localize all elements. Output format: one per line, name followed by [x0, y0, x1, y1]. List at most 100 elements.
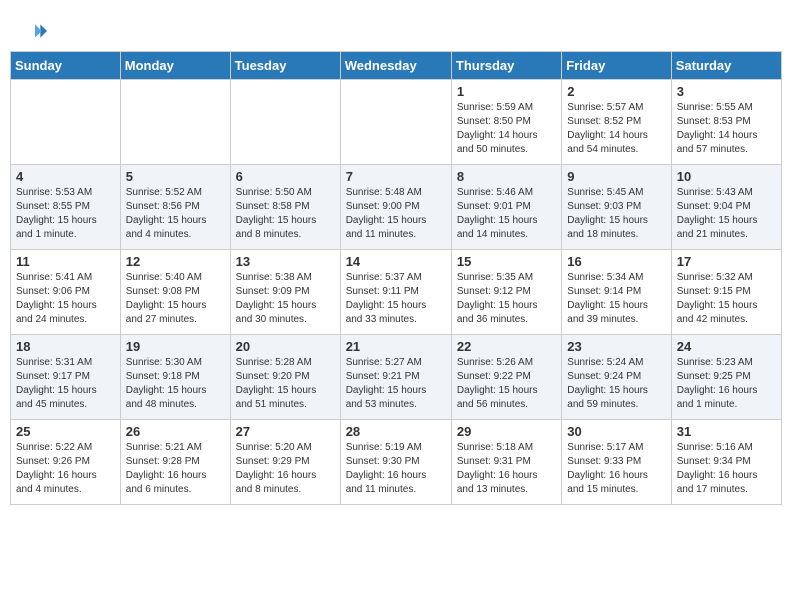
day-number: 24 — [677, 339, 776, 354]
day-info: Sunrise: 5:48 AM Sunset: 9:00 PM Dayligh… — [346, 186, 446, 242]
day-number: 18 — [16, 339, 115, 354]
day-number: 13 — [236, 254, 335, 269]
day-info: Sunrise: 5:40 AM Sunset: 9:08 PM Dayligh… — [126, 271, 225, 327]
day-number: 9 — [567, 169, 665, 184]
week-row-3: 11Sunrise: 5:41 AM Sunset: 9:06 PM Dayli… — [11, 250, 782, 335]
calendar-table: SundayMondayTuesdayWednesdayThursdayFrid… — [10, 51, 782, 505]
day-number: 10 — [677, 169, 776, 184]
day-cell: 15Sunrise: 5:35 AM Sunset: 9:12 PM Dayli… — [451, 250, 561, 335]
week-row-2: 4Sunrise: 5:53 AM Sunset: 8:55 PM Daylig… — [11, 165, 782, 250]
day-cell: 29 Sunrise: 5:18 AM Sunset: 9:31 PM Dayli… — [451, 420, 561, 505]
day-number: 31 — [677, 424, 776, 439]
day-number: 22 — [457, 339, 556, 354]
day-info: Sunrise: 5:59 AM Sunset: 8:50 PM Dayligh… — [457, 101, 556, 157]
day-cell: 17 Sunrise: 5:32 AM Sunset: 9:15 PM Dayli… — [671, 250, 781, 335]
day-number: 28 — [346, 424, 446, 439]
day-info: Sunrise: 5:28 AM Sunset: 9:20 PM Dayligh… — [236, 356, 335, 412]
day-cell: 3 Sunrise: 5:55 AM Sunset: 8:53 PM Daylig… — [671, 80, 781, 165]
day-number: 27 — [236, 424, 335, 439]
logo-icon — [20, 21, 50, 41]
day-cell: 28 Sunrise: 5:19 AM Sunset: 9:30 PM Dayli… — [340, 420, 451, 505]
day-info: Sunrise: 5:52 AM Sunset: 8:56 PM Dayligh… — [126, 186, 225, 242]
day-number: 14 — [346, 254, 446, 269]
day-cell — [340, 80, 451, 165]
day-info: Sunrise: 5:32 AM Sunset: 9:15 PM Dayligh… — [677, 271, 776, 327]
day-number: 8 — [457, 169, 556, 184]
day-cell: 30Sunrise: 5:17 AM Sunset: 9:33 PM Dayli… — [562, 420, 671, 505]
day-cell: 9Sunrise: 5:45 AM Sunset: 9:03 PM Daylig… — [562, 165, 671, 250]
day-info: Sunrise: 5:16 AM Sunset: 9:34 PM Dayligh… — [677, 441, 776, 497]
day-number: 3 — [677, 84, 776, 99]
day-info: Sunrise: 5:21 AM Sunset: 9:28 PM Dayligh… — [126, 441, 225, 497]
week-row-5: 25Sunrise: 5:22 AM Sunset: 9:26 PM Dayli… — [11, 420, 782, 505]
weekday-header-monday: Monday — [120, 52, 230, 80]
day-cell — [11, 80, 121, 165]
day-number: 4 — [16, 169, 115, 184]
day-cell: 23 Sunrise: 5:24 AM Sunset: 9:24 PM Dayli… — [562, 335, 671, 420]
day-info: Sunrise: 5:34 AM Sunset: 9:14 PM Dayligh… — [567, 271, 665, 327]
day-number: 30 — [567, 424, 665, 439]
day-cell: 2 Sunrise: 5:57 AM Sunset: 8:52 PM Daylig… — [562, 80, 671, 165]
day-cell: 1 Sunrise: 5:59 AM Sunset: 8:50 PM Daylig… — [451, 80, 561, 165]
day-number: 12 — [126, 254, 225, 269]
day-cell: 7 Sunrise: 5:48 AM Sunset: 9:00 PM Daylig… — [340, 165, 451, 250]
day-number: 1 — [457, 84, 556, 99]
weekday-header-wednesday: Wednesday — [340, 52, 451, 80]
day-cell: 20 Sunrise: 5:28 AM Sunset: 9:20 PM Dayli… — [230, 335, 340, 420]
day-cell: 6 Sunrise: 5:50 AM Sunset: 8:58 PM Daylig… — [230, 165, 340, 250]
day-number: 20 — [236, 339, 335, 354]
day-info: Sunrise: 5:43 AM Sunset: 9:04 PM Dayligh… — [677, 186, 776, 242]
weekday-header-thursday: Thursday — [451, 52, 561, 80]
day-info: Sunrise: 5:18 AM Sunset: 9:31 PM Dayligh… — [457, 441, 556, 497]
day-number: 19 — [126, 339, 225, 354]
day-info: Sunrise: 5:50 AM Sunset: 8:58 PM Dayligh… — [236, 186, 335, 242]
day-cell: 31 Sunrise: 5:16 AM Sunset: 9:34 PM Dayli… — [671, 420, 781, 505]
day-cell: 4Sunrise: 5:53 AM Sunset: 8:55 PM Daylig… — [11, 165, 121, 250]
weekday-header-friday: Friday — [562, 52, 671, 80]
day-number: 16 — [567, 254, 665, 269]
weekday-header-row: SundayMondayTuesdayWednesdayThursdayFrid… — [11, 52, 782, 80]
day-info: Sunrise: 5:55 AM Sunset: 8:53 PM Dayligh… — [677, 101, 776, 157]
day-info: Sunrise: 5:20 AM Sunset: 9:29 PM Dayligh… — [236, 441, 335, 497]
day-number: 7 — [346, 169, 446, 184]
week-row-1: 1 Sunrise: 5:59 AM Sunset: 8:50 PM Daylig… — [11, 80, 782, 165]
day-info: Sunrise: 5:26 AM Sunset: 9:22 PM Dayligh… — [457, 356, 556, 412]
weekday-header-tuesday: Tuesday — [230, 52, 340, 80]
day-info: Sunrise: 5:57 AM Sunset: 8:52 PM Dayligh… — [567, 101, 665, 157]
day-cell — [120, 80, 230, 165]
day-number: 2 — [567, 84, 665, 99]
day-number: 21 — [346, 339, 446, 354]
day-cell: 25Sunrise: 5:22 AM Sunset: 9:26 PM Dayli… — [11, 420, 121, 505]
day-cell: 14 Sunrise: 5:37 AM Sunset: 9:11 PM Dayli… — [340, 250, 451, 335]
day-info: Sunrise: 5:24 AM Sunset: 9:24 PM Dayligh… — [567, 356, 665, 412]
week-row-4: 18 Sunrise: 5:31 AM Sunset: 9:17 PM Dayli… — [11, 335, 782, 420]
day-cell: 24 Sunrise: 5:23 AM Sunset: 9:25 PM Dayli… — [671, 335, 781, 420]
day-cell: 19Sunrise: 5:30 AM Sunset: 9:18 PM Dayli… — [120, 335, 230, 420]
day-number: 26 — [126, 424, 225, 439]
day-number: 23 — [567, 339, 665, 354]
weekday-header-saturday: Saturday — [671, 52, 781, 80]
day-info: Sunrise: 5:35 AM Sunset: 9:12 PM Dayligh… — [457, 271, 556, 327]
day-cell: 11Sunrise: 5:41 AM Sunset: 9:06 PM Dayli… — [11, 250, 121, 335]
weekday-header-sunday: Sunday — [11, 52, 121, 80]
day-number: 29 — [457, 424, 556, 439]
day-cell: 10 Sunrise: 5:43 AM Sunset: 9:04 PM Dayli… — [671, 165, 781, 250]
day-cell: 22 Sunrise: 5:26 AM Sunset: 9:22 PM Dayli… — [451, 335, 561, 420]
day-info: Sunrise: 5:23 AM Sunset: 9:25 PM Dayligh… — [677, 356, 776, 412]
day-number: 17 — [677, 254, 776, 269]
day-info: Sunrise: 5:19 AM Sunset: 9:30 PM Dayligh… — [346, 441, 446, 497]
day-cell: 26 Sunrise: 5:21 AM Sunset: 9:28 PM Dayli… — [120, 420, 230, 505]
day-info: Sunrise: 5:37 AM Sunset: 9:11 PM Dayligh… — [346, 271, 446, 327]
day-cell — [230, 80, 340, 165]
day-number: 25 — [16, 424, 115, 439]
day-info: Sunrise: 5:31 AM Sunset: 9:17 PM Dayligh… — [16, 356, 115, 412]
day-cell: 5Sunrise: 5:52 AM Sunset: 8:56 PM Daylig… — [120, 165, 230, 250]
day-number: 6 — [236, 169, 335, 184]
logo — [20, 20, 50, 41]
day-cell: 12 Sunrise: 5:40 AM Sunset: 9:08 PM Dayli… — [120, 250, 230, 335]
day-cell: 21Sunrise: 5:27 AM Sunset: 9:21 PM Dayli… — [340, 335, 451, 420]
day-cell: 27 Sunrise: 5:20 AM Sunset: 9:29 PM Dayli… — [230, 420, 340, 505]
day-info: Sunrise: 5:46 AM Sunset: 9:01 PM Dayligh… — [457, 186, 556, 242]
day-cell: 13 Sunrise: 5:38 AM Sunset: 9:09 PM Dayli… — [230, 250, 340, 335]
day-info: Sunrise: 5:38 AM Sunset: 9:09 PM Dayligh… — [236, 271, 335, 327]
